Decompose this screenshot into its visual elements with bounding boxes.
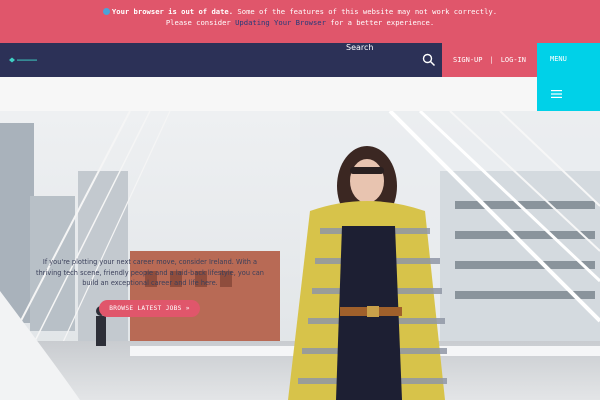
login-link[interactable]: LOG-IN bbox=[501, 56, 526, 64]
auth-separator: | bbox=[489, 56, 494, 64]
banner-line-1: Your browser is out of date. Some of the… bbox=[0, 6, 600, 17]
hero-photo bbox=[0, 111, 600, 400]
hamburger-icon bbox=[551, 90, 562, 98]
banner-line-2: Please consider Updating Your Browser fo… bbox=[0, 17, 600, 28]
menu-label: MENU bbox=[550, 55, 567, 63]
search-label[interactable]: Search bbox=[346, 43, 373, 52]
search-icon[interactable] bbox=[422, 53, 436, 67]
banner-text: Some of the features of this website may… bbox=[237, 7, 498, 16]
subheader-strip bbox=[0, 77, 537, 111]
banner-bold-text: Your browser is out of date. bbox=[111, 7, 234, 16]
auth-links: SIGN-UP | LOG-IN bbox=[442, 43, 537, 77]
signup-link[interactable]: SIGN-UP bbox=[453, 56, 483, 64]
browse-jobs-button[interactable]: BROWSE LATEST JOBS » bbox=[99, 300, 200, 317]
banner-prefix: Please consider bbox=[165, 18, 231, 27]
update-browser-link[interactable]: Updating Your Browser bbox=[235, 18, 326, 27]
hero-section: If you're plotting your next career move… bbox=[0, 111, 600, 400]
site-logo[interactable] bbox=[9, 57, 37, 63]
outdated-browser-banner: Your browser is out of date. Some of the… bbox=[0, 0, 600, 43]
menu-button[interactable]: MENU bbox=[537, 43, 600, 111]
banner-suffix: for a better experience. bbox=[330, 18, 435, 27]
site-header: Search SIGN-UP | LOG-IN bbox=[0, 43, 600, 77]
hero-description: If you're plotting your next career move… bbox=[36, 258, 264, 287]
warning-icon bbox=[102, 8, 110, 15]
